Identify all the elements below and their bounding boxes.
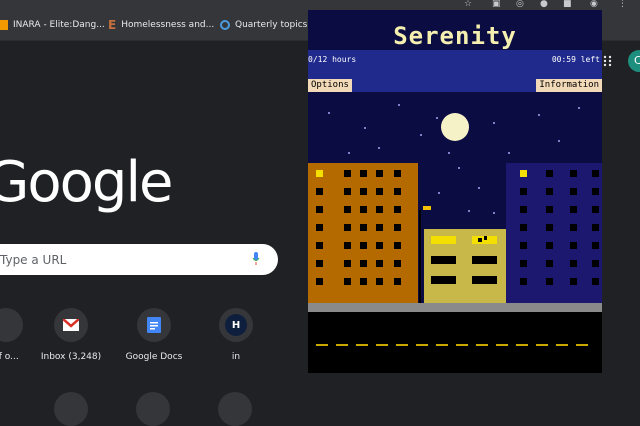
shortcut-label: Inbox (3,248) — [40, 352, 102, 362]
middle-building — [424, 229, 506, 303]
search-box[interactable] — [0, 244, 278, 275]
serenity-popup: Serenity 0/12 hours 00:59 left Options I… — [308, 10, 602, 373]
search-input[interactable] — [0, 244, 220, 275]
city-night-scene — [308, 92, 602, 373]
docs-logo-icon — [147, 317, 161, 333]
left-building — [308, 163, 418, 303]
extension-icon[interactable]: ▣ — [492, 0, 501, 9]
road — [308, 312, 602, 373]
browser-toolbar: ☆ ▣ ◎ ● ■ ◉ ⋮ — [0, 0, 640, 10]
sidewalk — [308, 303, 602, 312]
gmail-icon — [54, 308, 88, 342]
shortcut-tile[interactable] — [136, 392, 170, 426]
shortcut-tile-google-docs[interactable]: Google Docs — [114, 308, 194, 362]
shortcut-tile-inbox[interactable]: Inbox (3,248) — [31, 308, 111, 362]
bookmark-homelessness[interactable]: E Homelessness and... — [108, 10, 214, 40]
moon-icon — [441, 113, 469, 141]
google-logo: Google — [0, 150, 173, 215]
more-icon[interactable]: ⋮ — [618, 0, 627, 9]
microphone-icon[interactable] — [252, 252, 260, 266]
shortcut-icon: H — [219, 308, 253, 342]
bookmark-label: Quarterly topics - — [235, 20, 314, 30]
bookmark-quarterly-topics[interactable]: Quarterly topics - — [220, 10, 313, 40]
bookmark-favicon-icon — [220, 20, 230, 30]
serenity-extension-icon[interactable]: ◉ — [590, 0, 598, 9]
gmail-logo-icon — [63, 319, 79, 331]
bookmark-favicon-icon: E — [108, 18, 117, 32]
shortcut-letter: H — [225, 314, 247, 336]
shortcut-label: in — [231, 352, 241, 362]
shortcut-icon — [0, 308, 23, 342]
profile-avatar[interactable]: C — [628, 50, 640, 72]
shortcut-tile[interactable] — [218, 392, 252, 426]
shortcut-label: Google Docs — [125, 352, 183, 362]
shortcut-tile[interactable] — [54, 392, 88, 426]
bookmark-label: INARA - Elite:Dang... — [13, 20, 105, 30]
shortcut-tile-h[interactable]: H in — [196, 308, 276, 362]
extension-icon[interactable]: ■ — [563, 0, 572, 9]
options-button[interactable]: Options — [308, 79, 352, 92]
google-docs-icon — [137, 308, 171, 342]
star-icon[interactable]: ☆ — [464, 0, 472, 9]
bookmark-label: Homelessness and... — [121, 20, 215, 30]
extension-icon[interactable]: ● — [540, 0, 548, 9]
hours-progress: 0/12 hours — [308, 55, 357, 64]
right-building — [506, 163, 602, 303]
information-button[interactable]: Information — [536, 79, 602, 92]
extension-icon[interactable]: ◎ — [516, 0, 524, 9]
bookmark-favicon-icon — [0, 20, 8, 30]
apps-grid-icon[interactable] — [603, 55, 613, 67]
app-title: Serenity — [393, 22, 517, 50]
time-left: 00:59 left — [551, 55, 600, 64]
bookmark-inara[interactable]: INARA - Elite:Dang... — [0, 10, 105, 40]
